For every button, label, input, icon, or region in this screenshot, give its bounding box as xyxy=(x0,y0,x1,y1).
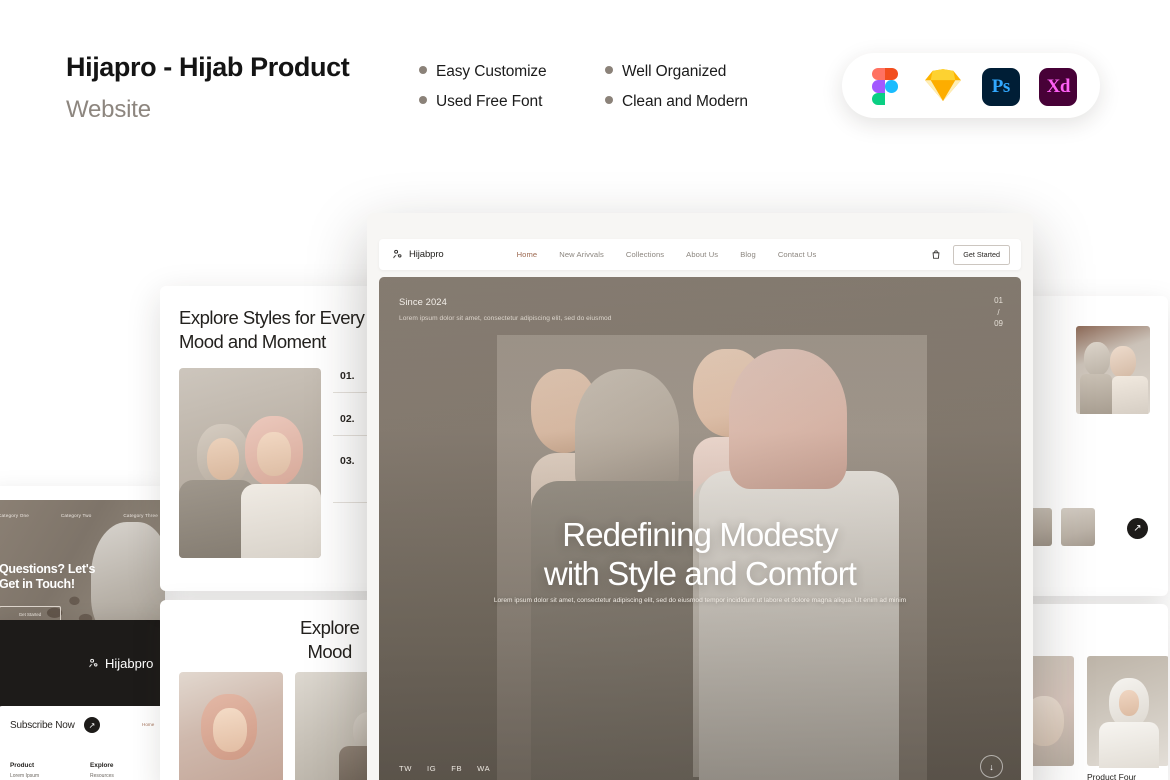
hero-headline: Redefining Modesty with Style and Comfor… xyxy=(379,515,1021,593)
explore-item-number: 03. xyxy=(340,455,355,467)
footer-subscribe-panel: Subscribe Now ↗ Home Product Lorem Ipsum… xyxy=(0,706,165,780)
category-item[interactable]: Category Two xyxy=(61,513,92,518)
footer-brand: Hijabpro xyxy=(88,656,153,671)
hero-headline-line2: with Style and Comfort xyxy=(543,555,857,592)
catalogue-image xyxy=(1076,326,1150,414)
page-title: Hijapro - Hijab Product xyxy=(66,52,350,82)
hero-section: Since 2024 Lorem ipsum dolor sit amet, c… xyxy=(379,277,1021,780)
explore-item-number: 01. xyxy=(340,370,355,382)
xd-icon: Xd xyxy=(1039,67,1078,106)
catalogue-thumb xyxy=(1061,508,1095,546)
catalogue-arrow-button[interactable]: ↗ xyxy=(1127,518,1148,539)
explore-image xyxy=(179,368,321,558)
bullet-dot-icon xyxy=(419,66,427,74)
product-caption: Product Four xyxy=(1087,772,1137,780)
slide-current: 01 xyxy=(994,296,1003,305)
navbar-links: Home New Arivvals Collections About Us B… xyxy=(517,250,817,259)
explore-item-number: 02. xyxy=(340,413,355,425)
category-item[interactable]: Category Three xyxy=(123,513,158,518)
xd-label: Xd xyxy=(1039,67,1078,106)
photoshop-label: Ps xyxy=(981,67,1020,106)
explore2-image xyxy=(179,672,283,780)
decor-vase xyxy=(91,522,165,636)
hero-social-links: TW IG FB WA xyxy=(399,764,490,773)
footer-preview-card: Hijabpro Subscribe Now ↗ Home Product Lo… xyxy=(0,620,165,780)
sketch-icon xyxy=(924,68,962,104)
hero-paragraph: Lorem ipsum dolor sit amet, consectetur … xyxy=(493,597,907,604)
nav-item-about-us[interactable]: About Us xyxy=(686,250,718,259)
category-item[interactable]: Category One xyxy=(0,513,29,518)
explore-heading: Explore Styles for Every Mood and Moment xyxy=(179,306,365,354)
nav-item-home[interactable]: Home xyxy=(517,250,538,259)
figma-icon xyxy=(867,67,903,106)
footer-column-explore: Explore Resources Blog Documents xyxy=(90,762,115,780)
shopping-bag-icon[interactable] xyxy=(931,249,941,260)
social-link-fb[interactable]: FB xyxy=(451,764,462,773)
feature-label: Easy Customize xyxy=(436,63,547,80)
page-subtitle: Website xyxy=(66,96,151,123)
subscribe-arrow-icon[interactable]: ↗ xyxy=(84,717,100,733)
social-link-ig[interactable]: IG xyxy=(427,764,436,773)
bullet-dot-icon xyxy=(605,66,613,74)
nav-item-new-arrivals[interactable]: New Arivvals xyxy=(559,250,604,259)
hero-eyebrow: Since 2024 xyxy=(399,296,447,307)
app-icons-pill: Ps Xd xyxy=(842,53,1100,118)
footer-link[interactable]: Resources xyxy=(90,773,115,780)
feature-used-free-font: Used Free Font xyxy=(419,93,542,111)
feature-clean-and-modern: Clean and Modern xyxy=(605,93,748,111)
feature-label: Clean and Modern xyxy=(622,93,748,110)
nav-item-contact-us[interactable]: Contact Us xyxy=(778,250,817,259)
explore-heading-line1: Explore Styles for Every xyxy=(179,307,365,328)
nav-item-collections[interactable]: Collections xyxy=(626,250,664,259)
navbar-brand-label: Hijabpro xyxy=(409,249,444,260)
footer-link[interactable]: Lorem Ipsum xyxy=(10,773,42,780)
main-website-mockup: Hijabpro Home New Arivvals Collections A… xyxy=(367,213,1033,780)
footer-column-title: Product xyxy=(10,762,35,769)
explore-heading-line2: Mood and Moment xyxy=(179,331,326,352)
contact-heading-line2: Get in Touch! xyxy=(0,577,75,591)
feature-easy-customize: Easy Customize xyxy=(419,63,547,81)
hero-eyebrow-text: Lorem ipsum dolor sit amet, consectetur … xyxy=(399,315,612,322)
scroll-down-button[interactable]: ↓ xyxy=(980,755,1003,778)
footer-home-link[interactable]: Home xyxy=(142,722,154,727)
navbar-get-started-button[interactable]: Get Started xyxy=(953,244,1010,265)
feature-label: Well Organized xyxy=(622,63,727,80)
slide-total: 09 xyxy=(994,319,1003,328)
social-link-tw[interactable]: TW xyxy=(399,764,412,773)
bullet-dot-icon xyxy=(605,96,613,104)
promo-header: Hijapro - Hijab Product Website Easy Cus… xyxy=(0,0,1170,150)
bullet-dot-icon xyxy=(419,96,427,104)
slide-divider: / xyxy=(997,307,1000,317)
explore2-heading-line1: Explore xyxy=(300,617,360,638)
nav-item-blog[interactable]: Blog xyxy=(740,250,756,259)
navbar-actions: Get Started xyxy=(931,244,1010,265)
social-link-wa[interactable]: WA xyxy=(477,764,490,773)
contact-hero: Category One Category Two Category Three… xyxy=(0,500,165,636)
contact-heading: Questions? Let's Get in Touch! xyxy=(0,562,95,592)
hero-headline-line1: Redefining Modesty xyxy=(562,516,838,553)
screenshot-stage: Category One Category Two Category Three… xyxy=(0,0,1170,780)
photoshop-icon: Ps xyxy=(981,67,1020,106)
footer-column-product: Product Lorem Ipsum Lorem Dolor Sit Amet… xyxy=(10,762,42,780)
contact-heading-line1: Questions? Let's xyxy=(0,562,96,576)
subscribe-label: Subscribe Now xyxy=(10,720,75,731)
explore2-heading-line2: Mood xyxy=(307,641,352,662)
footer-column-title: Explore xyxy=(90,762,114,769)
footer-brand-label: Hijabpro xyxy=(105,656,154,671)
hero-slide-counter: 01 / 09 xyxy=(994,295,1003,330)
navbar-brand[interactable]: Hijabpro xyxy=(392,249,444,260)
hijabpro-logo-icon xyxy=(89,658,98,668)
category-nav: Category One Category Two Category Three xyxy=(0,513,158,518)
contact-preview-card: Category One Category Two Category Three… xyxy=(0,486,165,636)
site-navbar: Hijabpro Home New Arivvals Collections A… xyxy=(379,239,1021,270)
explore2-heading: Explore Mood xyxy=(300,616,360,664)
product-image xyxy=(1087,656,1168,768)
hijabpro-logo-icon xyxy=(393,249,402,259)
feature-label: Used Free Font xyxy=(436,93,543,110)
feature-well-organized: Well Organized xyxy=(605,63,726,81)
